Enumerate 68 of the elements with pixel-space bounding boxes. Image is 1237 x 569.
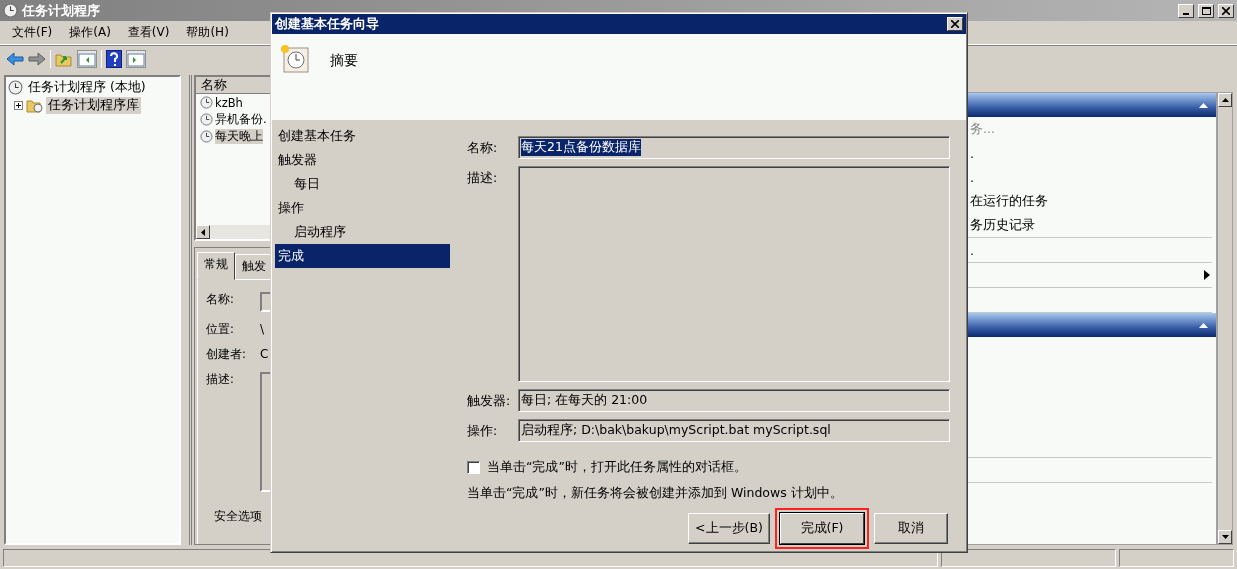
menu-item[interactable]: 操作(A) <box>61 24 120 41</box>
info-text: 当单击“完成”时，新任务将会被创建并添加到 Windows 计划中。 <box>467 485 844 502</box>
dialog-title: 创建基本任务向导 <box>275 15 379 33</box>
minimize-icon <box>1183 12 1189 15</box>
wizard-heading: 摘要 <box>330 52 358 70</box>
maximize-button[interactable] <box>1198 3 1214 18</box>
dialog-button[interactable]: 取消 <box>874 513 948 544</box>
collapse-icon[interactable] <box>1199 102 1208 108</box>
field-label: 触发器: <box>467 392 512 410</box>
menu-item[interactable]: 查看(V) <box>119 24 179 41</box>
field-value: \ <box>260 322 265 336</box>
tree-item[interactable]: 任务计划程序 (本地) <box>26 78 148 96</box>
task-name[interactable]: 每天晚上 <box>215 129 263 144</box>
wizard-step[interactable]: 操作 <box>275 196 450 220</box>
scroll-left-icon[interactable] <box>201 228 205 236</box>
dialog-button[interactable]: 完成(F) <box>780 513 864 544</box>
checkbox[interactable] <box>467 461 480 474</box>
window-title: 任务计划程序 <box>22 1 101 20</box>
task-name[interactable]: 异机备份. <box>215 112 267 127</box>
submenu-arrow-icon[interactable] <box>1204 270 1210 280</box>
wizard-step[interactable]: 触发器 <box>275 148 450 172</box>
minimize-button[interactable] <box>1178 3 1194 18</box>
task-name[interactable]: kzBh <box>215 95 243 110</box>
wizard-step[interactable]: 启动程序 <box>275 220 450 244</box>
field-label: 描述: <box>206 372 235 387</box>
expand-toggle-icon[interactable] <box>14 100 23 110</box>
clock-icon <box>200 96 213 109</box>
clock-icon <box>200 130 213 143</box>
field-label: 操作: <box>467 422 499 440</box>
checkbox-label[interactable]: 当单击“完成”时，打开此任务属性的对话框。 <box>487 459 747 476</box>
tab[interactable]: 常规 <box>197 252 235 280</box>
folder-clock-icon <box>26 97 43 113</box>
menu-item[interactable]: 帮助(H) <box>178 24 238 41</box>
clock-icon <box>200 113 213 126</box>
field-label: 创建者: <box>206 347 247 362</box>
wizard-step[interactable]: 完成 <box>275 244 450 268</box>
close-icon <box>1222 6 1230 15</box>
maximize-icon <box>1201 6 1211 15</box>
close-button[interactable] <box>947 17 963 31</box>
task-clock-icon <box>278 42 310 74</box>
scroll-down-icon[interactable] <box>1221 535 1229 539</box>
summary-field[interactable]: 启动程序; D:\bak\bakup\myScript.bat myScript.sql <box>518 419 950 442</box>
app-clock-icon <box>3 3 18 18</box>
section-label: 安全选项 <box>213 508 262 525</box>
tab[interactable]: 触发 <box>235 254 273 279</box>
help-icon[interactable] <box>106 49 122 68</box>
description-field[interactable] <box>518 166 950 382</box>
close-button[interactable] <box>1218 3 1234 18</box>
wizard-step[interactable]: 创建基本任务 <box>275 124 450 148</box>
field-label: 名称: <box>206 292 235 307</box>
field-label: 描述: <box>467 169 499 187</box>
menu-item[interactable]: 文件(F) <box>4 24 62 41</box>
vertical-scrollbar[interactable] <box>1217 92 1233 545</box>
field-value: C <box>260 347 269 361</box>
clock-icon <box>8 79 23 95</box>
field-label: 位置: <box>206 322 235 337</box>
panel-icon[interactable] <box>77 49 97 68</box>
scroll-up-icon[interactable] <box>1221 98 1229 102</box>
summary-field[interactable]: 每日; 在每天的 21:00 <box>518 389 950 412</box>
wizard-step[interactable]: 每日 <box>275 172 450 196</box>
summary-field[interactable]: 每天21点备份数据库 <box>518 136 950 159</box>
tree-item[interactable]: 任务计划程序库 <box>46 96 141 114</box>
collapse-icon[interactable] <box>1199 322 1208 328</box>
back-arrow-icon[interactable] <box>6 51 24 66</box>
close-icon <box>951 20 959 28</box>
dialog-button[interactable]: <上一步(B) <box>688 513 770 544</box>
forward-arrow-icon[interactable] <box>28 51 46 66</box>
field-label: 名称: <box>467 139 499 157</box>
